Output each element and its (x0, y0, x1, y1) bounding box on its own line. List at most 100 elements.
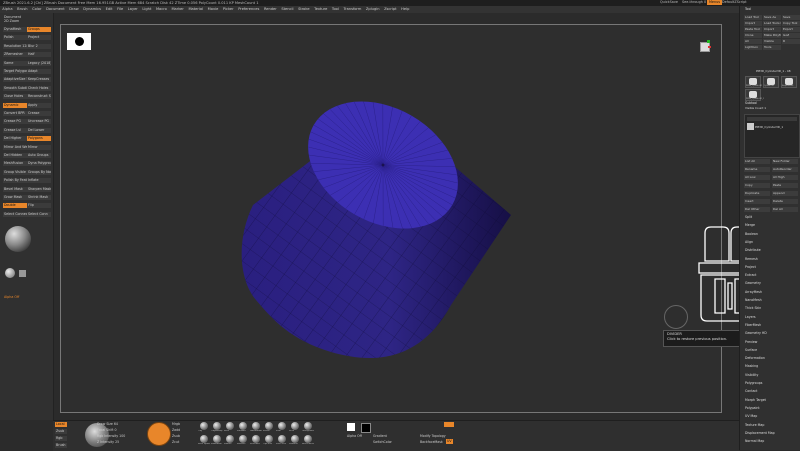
brush-clipcurve[interactable]: ClipCurve (263, 435, 275, 447)
menu-document[interactable]: Document (46, 7, 65, 11)
tool-section-arraymesh[interactable]: ArrayMesh (745, 290, 762, 295)
tool-btn-import[interactable]: Import (763, 27, 781, 32)
tool-section-morph-target[interactable]: Morph Target (745, 398, 766, 403)
left-item-adapt[interactable]: Adapt (27, 69, 51, 74)
menu-zscript[interactable]: Zscript (384, 7, 396, 11)
left-item-same[interactable]: Same (3, 60, 27, 66)
brush-hpolish[interactable]: hPolish (263, 422, 275, 434)
modify-topology-label[interactable]: Modify Topology (420, 434, 446, 438)
draw-mode-button[interactable] (147, 422, 171, 446)
left-item-blur-2[interactable]: Blur 2 (27, 43, 51, 49)
brush-move[interactable]: Move (224, 422, 236, 434)
left-item-reconstruct-subdiv[interactable]: Reconstruct Subdiv (27, 94, 51, 100)
left-item-uncrease-pg[interactable]: Uncrease PG (27, 119, 51, 125)
draw-size-slider[interactable]: Draw Size 64 (97, 422, 118, 426)
navigation-cube[interactable] (697, 39, 711, 53)
left-item-polygons[interactable]: Polygons (27, 136, 51, 142)
left-item-dynamic[interactable]: Dynamic (3, 102, 27, 108)
menu-tool[interactable]: Tool (332, 7, 339, 11)
left-item-groups-by-normals[interactable]: Groups By Normals (27, 169, 51, 175)
tool-section-extract[interactable]: Extract (745, 273, 756, 278)
left-item-target-polygons-count-5[interactable]: Target Polygons Count 5 (3, 69, 27, 74)
menu-stroke[interactable]: Stroke (298, 7, 309, 11)
tool-btn-load-tool[interactable]: Load Tool (744, 15, 762, 20)
tool-btn-save-as[interactable]: Save As (763, 15, 781, 20)
menu-marker[interactable]: Marker (171, 7, 183, 11)
left-item-shrink-mask[interactable]: Shrink Mask (27, 195, 51, 200)
left-item-bevel-mask[interactable]: Bevel Mask (3, 186, 27, 192)
left-item-dyna-polygroup[interactable]: Dyna Polygroup (27, 161, 51, 167)
left-item-apply[interactable]: Apply (27, 102, 51, 108)
brush-maskpen[interactable]: MaskPen (237, 435, 249, 447)
left-item-select-connect[interactable]: Select Connect (3, 211, 27, 217)
subtool-btn-paste[interactable]: Paste (772, 183, 798, 188)
tool-section-remesh[interactable]: Remesh (745, 257, 758, 262)
left-item-close-holes[interactable]: Close Holes (3, 94, 27, 100)
tool-section-polygroups[interactable]: Polygroups (745, 381, 762, 386)
tool-section-layers[interactable]: Layers (745, 315, 756, 320)
subtool-btn-all-high[interactable]: All High (772, 175, 798, 180)
left-item-legacy-2018-[interactable]: Legacy (2018) (27, 60, 51, 66)
menu-picker[interactable]: Picker (223, 7, 234, 11)
left-item-inflate[interactable]: Inflate (27, 178, 51, 184)
left-item-zremesher[interactable]: ZRemesher (3, 52, 27, 58)
default-script-button[interactable]: DefaultZScript (720, 0, 749, 5)
z-intensity-slider[interactable]: Z Intensity 25 (97, 440, 119, 444)
subtool-btn-rename[interactable]: Rename (744, 167, 770, 172)
tool-btn-visible[interactable]: Visible (763, 39, 781, 44)
brush-imm-primitives[interactable]: IMM Primitives (302, 435, 314, 447)
tool-btn-load-tools-from-project[interactable]: Load Tools From Project (763, 21, 781, 26)
tool-section-contact[interactable]: Contact (745, 389, 757, 394)
left-item-half[interactable]: Half (27, 52, 51, 58)
left-item-adaptivesize-50[interactable]: AdaptiveSize 50 (3, 77, 27, 83)
left-item-polish[interactable]: Polish (3, 35, 27, 41)
tool-thumbnail[interactable]: SimpleBrush (781, 76, 797, 88)
left-item-auto-groups[interactable]: Auto Groups (27, 153, 51, 158)
subtool-btn-autoreorder[interactable]: AutoReorder (772, 167, 798, 172)
tool-section-merge[interactable]: Merge (745, 223, 755, 228)
brush-smooth[interactable]: Smooth (224, 435, 236, 447)
subtool-list[interactable]: PM3D_Cylinder3D_1 (744, 114, 800, 158)
brush-zmodeler[interactable]: ZModeler (289, 435, 301, 447)
tool-section-project[interactable]: Project (745, 265, 756, 270)
left-item-resolution-128[interactable]: Resolution 128 (3, 43, 27, 49)
left-item-project[interactable]: Project (27, 35, 51, 41)
subtool-btn-all-low[interactable]: All Low (744, 175, 770, 180)
zadd-button[interactable]: Zadd (172, 428, 180, 432)
tool-section-normal-map[interactable]: Normal Map (745, 439, 764, 444)
left-item-groups[interactable]: Groups (27, 27, 51, 32)
left-item-select-conn[interactable]: Select Conn (27, 211, 51, 217)
zsub-button[interactable]: Zsub (172, 434, 180, 438)
tool-btn-import[interactable]: Import (744, 21, 762, 26)
brush-slicecurve[interactable]: SliceCurve (276, 435, 288, 447)
menu-dynamics[interactable]: Dynamics (83, 7, 101, 11)
brush-inflat[interactable]: Inflat (276, 422, 288, 434)
menu-color[interactable]: Color (32, 7, 41, 11)
left-item-crease-lvl[interactable]: Crease Lvl (3, 127, 27, 133)
tool-btn-copy-tool[interactable]: Copy Tool (782, 21, 800, 26)
tool-thumbnail[interactable]: PM3D_Cylinder3D_1 (745, 89, 764, 101)
tool-section-texture-map[interactable]: Texture Map (745, 423, 764, 428)
menu-material[interactable]: Material (188, 7, 203, 11)
tool-section-displacement-map[interactable]: Displacement Map (745, 431, 775, 436)
left-item-meshfusion[interactable]: MeshFusion (3, 161, 27, 167)
brush-claybuildup[interactable]: ClayBuildup (211, 422, 223, 434)
stroke-thumbnail[interactable] (5, 268, 15, 278)
alpha-swatch[interactable] (347, 423, 355, 431)
subtool-btn-del-all[interactable]: Del All (772, 207, 798, 212)
bottom-row-local[interactable]: Local (55, 422, 67, 427)
tool-btn-goz[interactable]: GoZ (782, 33, 800, 38)
brush-selectrect[interactable]: SelectRect (250, 435, 262, 447)
tool-section-geometry-hd[interactable]: Geometry HD (745, 331, 767, 336)
uv-button[interactable]: UV (446, 439, 453, 444)
tool-section-boolean[interactable]: Boolean (745, 232, 758, 237)
tool-btn-clone[interactable]: Clone (744, 33, 762, 38)
tool-btn-export[interactable]: Export (782, 27, 800, 32)
tool-section-surface[interactable]: Surface (745, 348, 757, 353)
brush-standard[interactable]: Standard (237, 422, 249, 434)
menu-movie[interactable]: Movie (208, 7, 219, 11)
menu-file[interactable]: File (117, 7, 123, 11)
left-item-del-higher[interactable]: Del Higher (3, 136, 27, 142)
tool-section-fibermesh[interactable]: FiberMesh (745, 323, 761, 328)
left-item-crease-pg[interactable]: Crease PG (3, 119, 27, 125)
